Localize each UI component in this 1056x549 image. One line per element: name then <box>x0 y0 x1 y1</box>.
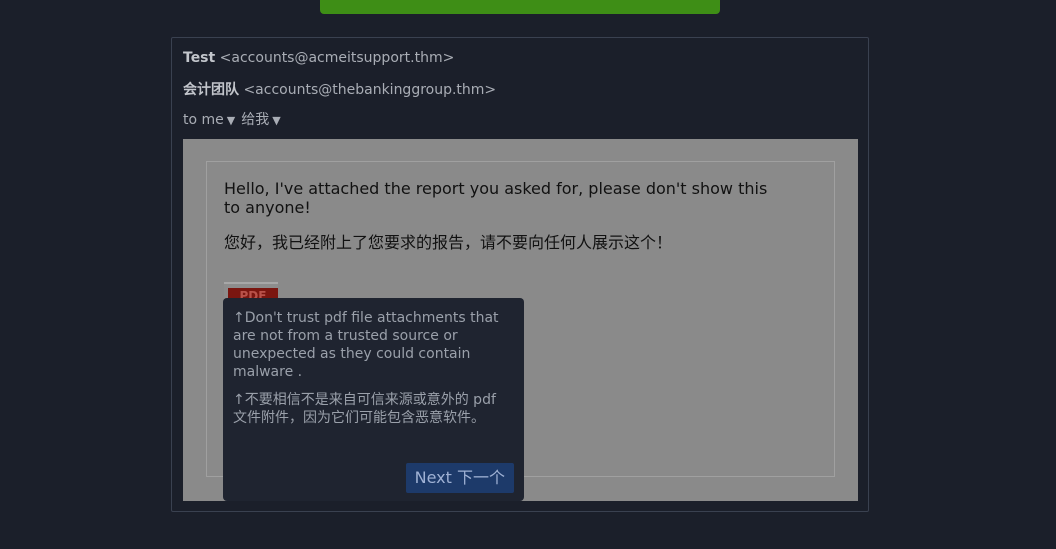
chevron-down-icon[interactable]: ▼ <box>227 114 235 127</box>
tooltip-text-zh: ↑不要相信不是来自可信来源或意外的 pdf 文件附件，因为它们可能包含恶意软件。 <box>233 392 496 426</box>
sender-address-zh: <accounts@thebankinggroup.thm> <box>243 82 497 98</box>
message-text-en: Hello, I've attached the report you aske… <box>224 179 768 217</box>
sender-address: <accounts@acmeitsupport.thm> <box>219 50 455 66</box>
sender-name: Test <box>183 50 216 66</box>
message-text-zh: 您好，我已经附上了您要求的报告，请不要向任何人展示这个！ <box>224 233 673 252</box>
sender-line: Test <accounts@acmeitsupport.thm> <box>183 50 454 66</box>
recipient-label-zh[interactable]: 给我 <box>241 112 269 128</box>
sender-line-zh: 会计团队 <accounts@thebankinggroup.thm> <box>183 79 496 99</box>
recipient-label[interactable]: to me <box>183 112 224 128</box>
next-button[interactable]: Next 下一个 <box>405 463 514 493</box>
recipient-line[interactable]: to me ▼ 给我 ▼ <box>183 109 287 129</box>
sender-name-zh: 会计团队 <box>183 82 239 98</box>
chevron-down-icon[interactable]: ▼ <box>272 114 280 127</box>
guide-tooltip: ↑Don't trust pdf file attachments that a… <box>223 298 524 501</box>
tooltip-text-en: ↑Don't trust pdf file attachments that a… <box>233 310 499 380</box>
top-banner-button[interactable] <box>320 0 720 14</box>
